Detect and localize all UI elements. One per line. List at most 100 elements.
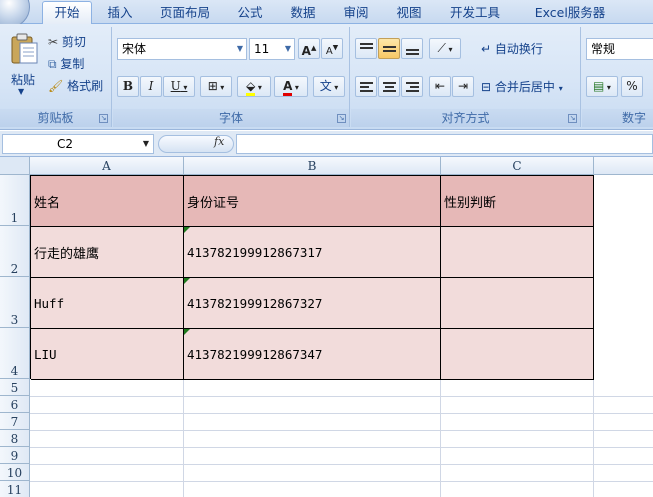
align-left-icon: [360, 82, 373, 84]
format-painter-button[interactable]: 🖌 格式刷: [48, 77, 103, 94]
tab-developer[interactable]: 开发工具: [442, 3, 508, 24]
grow-font-icon: A▲: [301, 44, 317, 58]
borders-button[interactable]: ⊞ ▾: [200, 76, 232, 97]
font-color-button[interactable]: A ▾: [274, 76, 308, 97]
wrap-text-button[interactable]: ↵ 自动换行: [481, 40, 543, 57]
brush-icon: 🖌: [48, 79, 64, 93]
align-center-button[interactable]: [378, 76, 400, 97]
worksheet-grid[interactable]: A B C 1 2 3 4 5 6 7 8 9 10 11 姓名 身份证号 性别…: [0, 157, 653, 497]
table-cell[interactable]: LIU: [31, 329, 184, 380]
insert-function-icon[interactable]: fx: [214, 135, 224, 148]
chevron-down-icon[interactable]: ▼: [143, 135, 149, 153]
merge-center-button[interactable]: ⊟ 合并后居中 ▾: [481, 78, 563, 95]
name-box[interactable]: C2 ▼: [2, 134, 154, 154]
chevron-down-icon: ▼: [236, 44, 243, 53]
phonetic-button[interactable]: 文 ▾: [313, 76, 345, 97]
chevron-down-icon: ▾: [558, 84, 563, 93]
copy-button[interactable]: ⧉ 复制: [48, 55, 84, 72]
id-number-value: 413782199912867347: [187, 346, 323, 362]
percent-button[interactable]: %: [621, 76, 643, 97]
increase-indent-button[interactable]: ⇥: [452, 76, 474, 97]
align-middle-button[interactable]: [378, 38, 400, 59]
formula-input[interactable]: [236, 134, 653, 154]
row-header-3[interactable]: 3: [0, 277, 30, 328]
tab-formulas[interactable]: 公式: [230, 3, 270, 24]
row-header-10[interactable]: 10: [0, 464, 30, 481]
paste-dropdown-icon[interactable]: ▼: [18, 87, 24, 96]
paste-button[interactable]: 粘贴 ▼: [6, 31, 42, 99]
decrease-indent-icon: ⇤: [434, 79, 446, 93]
column-header-a[interactable]: A: [30, 157, 184, 175]
align-top-button[interactable]: [355, 38, 377, 59]
table-header-cell[interactable]: 姓名: [31, 176, 184, 227]
tab-view[interactable]: 视图: [389, 3, 429, 24]
data-table: 姓名 身份证号 性别判断 行走的雄鹰 413782199912867317 Hu…: [30, 175, 594, 380]
bold-button[interactable]: B: [117, 76, 139, 97]
tab-home[interactable]: 开始: [42, 1, 92, 25]
grow-font-button[interactable]: A▲: [298, 38, 320, 59]
font-group: 宋体 ▼ 11 ▼ A▲ A▼ B I U ▾ ⊞ ▾ ⬙ ▾ A ▾ 文 ▾ …: [113, 27, 350, 127]
align-top-icon: [360, 43, 373, 45]
table-cell[interactable]: [441, 278, 594, 329]
wrap-text-icon: ↵: [481, 42, 492, 56]
font-launcher-icon[interactable]: ↘: [337, 114, 346, 123]
column-header-c[interactable]: C: [441, 157, 594, 175]
paste-icon: [11, 33, 38, 64]
row-header-8[interactable]: 8: [0, 430, 30, 447]
column-header-b[interactable]: B: [184, 157, 441, 175]
align-right-button[interactable]: [401, 76, 423, 97]
font-size-select[interactable]: 11 ▼: [249, 38, 295, 60]
select-all-button[interactable]: [0, 157, 30, 175]
cut-button[interactable]: ✂ 剪切: [48, 33, 86, 50]
row-header-1[interactable]: 1: [0, 175, 30, 226]
text-number-marker-icon: [184, 329, 190, 335]
align-right-icon: [406, 82, 419, 84]
row-header-6[interactable]: 6: [0, 396, 30, 413]
table-header-cell[interactable]: 身份证号: [184, 176, 441, 227]
row-header-5[interactable]: 5: [0, 379, 30, 396]
tab-page-layout[interactable]: 页面布局: [152, 3, 218, 24]
font-name-select[interactable]: 宋体 ▼: [117, 38, 247, 60]
column-header-blank[interactable]: [594, 157, 653, 175]
table-cell[interactable]: Huff: [31, 278, 184, 329]
row-header-9[interactable]: 9: [0, 447, 30, 464]
fill-color-button[interactable]: ⬙ ▾: [237, 76, 271, 97]
align-left-button[interactable]: [355, 76, 377, 97]
shrink-font-icon: A▼: [325, 44, 339, 58]
borders-icon: ⊞: [207, 79, 218, 93]
tab-insert[interactable]: 插入: [100, 3, 140, 24]
table-cell[interactable]: [441, 329, 594, 380]
row-header-2[interactable]: 2: [0, 226, 30, 277]
chevron-down-icon: ▾: [292, 83, 299, 92]
currency-button[interactable]: ▤ ▾: [586, 76, 618, 97]
tab-review[interactable]: 审阅: [336, 3, 376, 24]
decrease-indent-button[interactable]: ⇤: [429, 76, 451, 97]
table-cell[interactable]: 413782199912867347: [184, 329, 441, 380]
italic-button[interactable]: I: [140, 76, 162, 97]
number-format-select[interactable]: 常规: [586, 38, 653, 60]
shrink-font-button[interactable]: A▼: [321, 38, 343, 59]
row-header-7[interactable]: 7: [0, 413, 30, 430]
ribbon: 粘贴 ▼ ✂ 剪切 ⧉ 复制 🖌 格式刷 剪贴板 ↘ 宋体 ▼ 11 ▼ A▲ …: [0, 24, 653, 130]
table-header-cell[interactable]: 性别判断: [441, 176, 594, 227]
alignment-group-title: 对齐方式: [351, 109, 580, 127]
merge-cells-icon: ⊟: [481, 80, 492, 94]
name-box-value: C2: [57, 137, 74, 151]
active-cell[interactable]: [441, 227, 594, 278]
tab-excel-server[interactable]: Excel服务器: [520, 3, 620, 24]
phonetic-icon: 文: [319, 79, 332, 93]
table-cell[interactable]: 行走的雄鹰: [31, 227, 184, 278]
underline-button[interactable]: U ▾: [163, 76, 195, 97]
table-cell[interactable]: 413782199912867327: [184, 278, 441, 329]
align-bottom-button[interactable]: [401, 38, 423, 59]
row-header-4[interactable]: 4: [0, 328, 30, 379]
merge-center-label: 合并后居中: [494, 80, 555, 94]
table-cell[interactable]: 413782199912867317: [184, 227, 441, 278]
row-header-11[interactable]: 11: [0, 481, 30, 497]
orientation-button[interactable]: ⟋ ▾: [429, 38, 461, 59]
tab-data[interactable]: 数据: [283, 3, 323, 24]
clipboard-launcher-icon[interactable]: ↘: [99, 114, 108, 123]
cut-label: 剪切: [61, 35, 86, 49]
copy-label: 复制: [60, 57, 85, 71]
alignment-launcher-icon[interactable]: ↘: [568, 114, 577, 123]
